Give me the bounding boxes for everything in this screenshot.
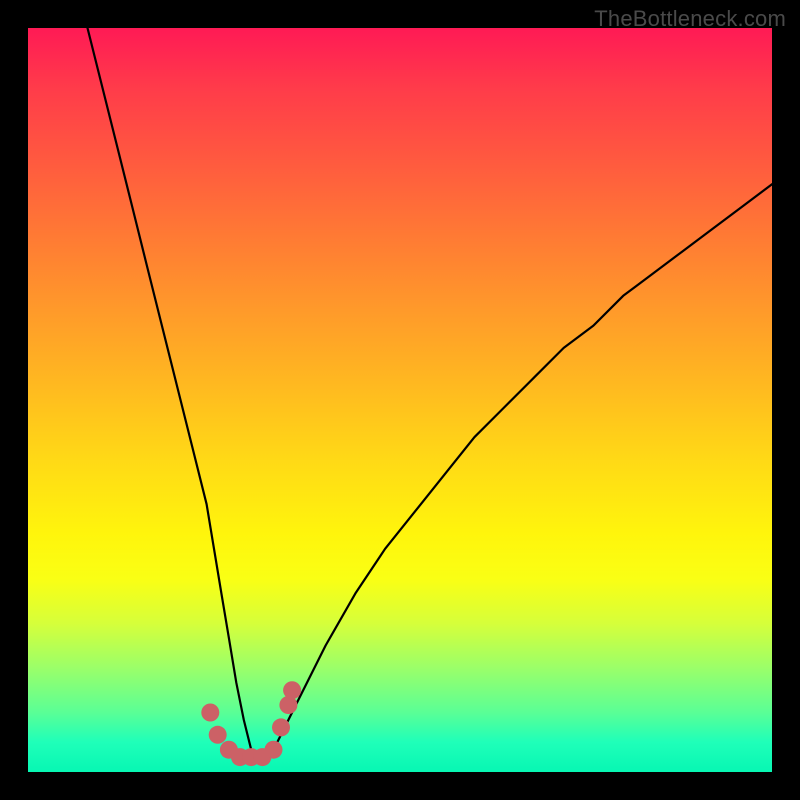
marker-dot <box>272 718 290 736</box>
highlight-markers <box>201 681 301 766</box>
bottleneck-curve <box>88 28 773 757</box>
marker-dot <box>265 741 283 759</box>
marker-dot <box>209 726 227 744</box>
chart-svg <box>28 28 772 772</box>
watermark-text: TheBottleneck.com <box>594 6 786 32</box>
marker-dot <box>201 704 219 722</box>
chart-frame <box>28 28 772 772</box>
marker-dot <box>283 681 301 699</box>
